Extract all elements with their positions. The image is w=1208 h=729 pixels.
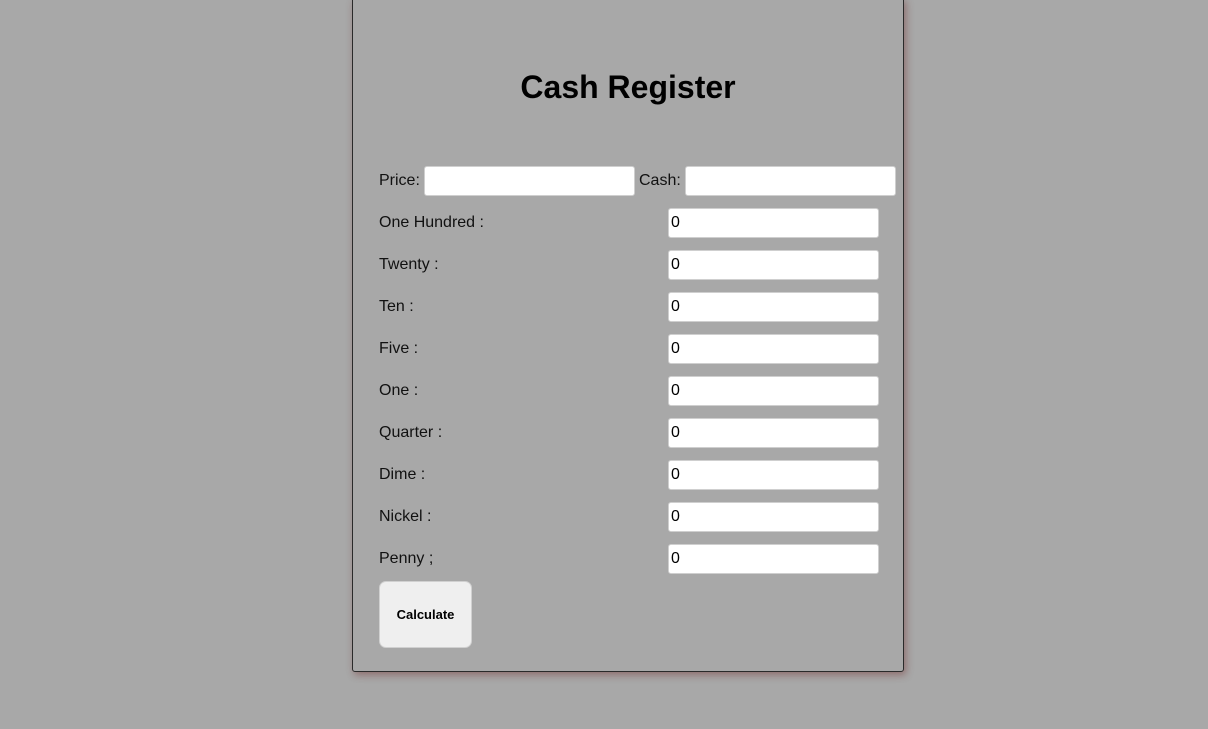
one-hundred-count-field[interactable] bbox=[668, 208, 879, 238]
page-title: Cash Register bbox=[520, 69, 736, 105]
cash-register-panel: Cash Register Price: Cash: One Hundred :… bbox=[352, 0, 904, 672]
one-hundred-label: One Hundred : bbox=[379, 214, 484, 231]
price-label: Price: bbox=[379, 172, 420, 189]
penny-count-field[interactable] bbox=[668, 544, 879, 574]
dime-count-field[interactable] bbox=[668, 460, 879, 490]
nickel-count-field[interactable] bbox=[668, 502, 879, 532]
cash-input[interactable] bbox=[685, 166, 896, 196]
ten-label: Ten : bbox=[379, 298, 414, 315]
price-input[interactable] bbox=[424, 166, 635, 196]
twenty-label: Twenty : bbox=[379, 256, 439, 273]
penny-label: Penny ; bbox=[379, 550, 434, 567]
quarter-count-field[interactable] bbox=[668, 418, 879, 448]
one-label: One : bbox=[379, 382, 419, 399]
calculate-button[interactable]: Calculate bbox=[379, 581, 472, 648]
five-count-field[interactable] bbox=[668, 334, 879, 364]
one-count-field[interactable] bbox=[668, 376, 879, 406]
cash-label: Cash: bbox=[639, 172, 681, 189]
five-label: Five : bbox=[379, 340, 419, 357]
quarter-label: Quarter : bbox=[379, 424, 443, 441]
nickel-label: Nickel : bbox=[379, 508, 432, 525]
dime-label: Dime : bbox=[379, 466, 426, 483]
ten-count-field[interactable] bbox=[668, 292, 879, 322]
twenty-count-field[interactable] bbox=[668, 250, 879, 280]
